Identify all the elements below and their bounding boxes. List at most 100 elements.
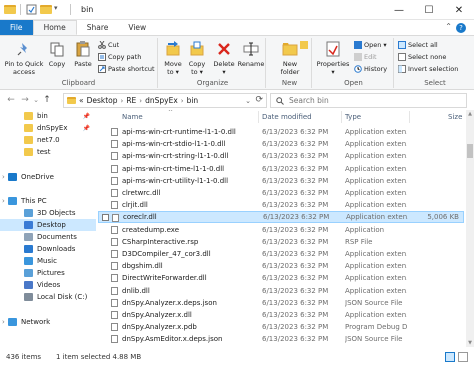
breadcrumb-separator[interactable]: › <box>139 97 142 105</box>
nav-item-this-pc[interactable]: › This PC <box>0 195 96 207</box>
large-icons-view-button[interactable] <box>458 352 468 362</box>
table-row[interactable]: api-ms-win-crt-utility-l1-1-0.dll 6/13/20… <box>98 175 464 187</box>
help-icon[interactable]: ? <box>456 23 466 33</box>
new-item-button[interactable] <box>300 41 308 49</box>
nav-item-local-disk-c[interactable]: Local Disk (C:) <box>0 291 96 303</box>
tab-share[interactable]: Share <box>77 20 119 35</box>
file-date: 6/13/2023 6:32 PM <box>262 128 329 137</box>
table-row[interactable]: api-ms-win-crt-stdio-l1-1-0.dll 6/13/2023… <box>98 138 464 150</box>
breadcrumb-separator[interactable]: › <box>181 97 184 105</box>
nav-item-network[interactable]: › Network <box>0 316 96 328</box>
recent-locations-button[interactable]: ⌄ <box>32 93 40 107</box>
search-box[interactable]: Search bin <box>270 93 467 108</box>
copy-path-button[interactable]: Copy path <box>98 53 141 61</box>
table-row[interactable]: dnSpy.Analyzer.x.dll 6/13/2023 6:32 PM App… <box>98 309 464 321</box>
rename-button[interactable]: Rename <box>238 40 264 68</box>
breadcrumb-separator[interactable]: › <box>121 97 124 105</box>
table-row[interactable]: clrjit.dll 6/13/2023 6:32 PM Application e… <box>98 199 464 211</box>
nav-item-documents[interactable]: Documents <box>0 231 96 243</box>
tab-file[interactable]: File <box>0 20 33 35</box>
table-row[interactable]: clretwrc.dll 6/13/2023 6:32 PM Application… <box>98 187 464 199</box>
table-row[interactable]: dnSpy.Analyzer.x.deps.json 6/13/2023 6:32… <box>98 297 464 309</box>
table-row[interactable]: api-ms-win-crt-runtime-l1-1-0.dll 6/13/20… <box>98 126 464 138</box>
maximize-button[interactable]: ☐ <box>414 0 444 20</box>
forward-button[interactable]: → <box>18 93 32 107</box>
select-all-button[interactable]: Select all <box>398 41 438 49</box>
tab-home[interactable]: Home <box>32 20 77 35</box>
properties-button[interactable]: Properties ▾ <box>316 40 350 76</box>
column-divider[interactable] <box>341 111 342 123</box>
invert-selection-button[interactable]: Invert selection <box>398 65 458 73</box>
new-folder-quick-icon[interactable] <box>40 4 52 15</box>
column-divider[interactable] <box>409 111 410 123</box>
table-row[interactable]: dnlib.dll 6/13/2023 6:32 PM Application ex… <box>98 285 464 297</box>
expand-chevron-icon[interactable]: › <box>2 318 5 326</box>
breadcrumb-desktop[interactable]: Desktop <box>87 96 118 105</box>
column-divider[interactable] <box>258 111 259 123</box>
table-row[interactable]: api-ms-win-crt-string-l1-1-0.dll 6/13/202… <box>98 150 464 162</box>
move-to-button[interactable]: Move to ▾ <box>162 40 184 76</box>
close-button[interactable]: ✕ <box>444 0 474 20</box>
table-row[interactable]: dbgshim.dll 6/13/2023 6:32 PM Application … <box>98 260 464 272</box>
customize-quick-access-icon[interactable]: ▾ <box>54 4 65 15</box>
history-icon <box>354 65 362 73</box>
column-header-size[interactable]: Size <box>448 113 462 121</box>
scrollbar-thumb[interactable] <box>467 144 473 158</box>
row-checkbox[interactable] <box>102 214 109 222</box>
address-dropdown-icon[interactable]: ⌄ <box>245 97 251 105</box>
back-button[interactable]: ← <box>4 93 18 107</box>
table-row[interactable]: D3DCompiler_47_cor3.dll 6/13/2023 6:32 PM… <box>98 248 464 260</box>
nav-item-bin[interactable]: bin 📌 <box>0 110 96 122</box>
nav-item-test[interactable]: test <box>0 146 96 158</box>
breadcrumb-dnspyex[interactable]: dnSpyEx <box>145 96 178 105</box>
breadcrumb-overflow[interactable]: « <box>79 96 84 105</box>
table-row[interactable]: coreclr.dll 6/13/2023 6:32 PM Application … <box>98 211 464 224</box>
copy-path-icon <box>98 53 106 61</box>
table-row[interactable]: DirectWriteForwarder.dll 6/13/2023 6:32 P… <box>98 272 464 284</box>
collapse-ribbon-icon[interactable]: ⌃ <box>445 22 452 31</box>
delete-button[interactable]: Delete ▾ <box>212 40 236 76</box>
scroll-down-arrow-icon[interactable]: ▼ <box>466 339 474 347</box>
pin-to-quick-access-button[interactable]: Pin to Quick access <box>4 40 44 76</box>
nav-item-dnspyex[interactable]: dnSpyEx 📌 <box>0 122 96 134</box>
new-folder-label-2: folder <box>280 68 300 76</box>
open-button[interactable]: Open ▾ <box>354 41 387 49</box>
properties-check-icon[interactable] <box>26 4 37 15</box>
cut-button[interactable]: Cut <box>98 40 119 49</box>
up-button[interactable]: ↑ <box>40 93 54 107</box>
edit-button[interactable]: Edit <box>354 53 377 61</box>
table-row[interactable]: api-ms-win-crt-time-l1-1-0.dll 6/13/2023 … <box>98 163 464 175</box>
nav-item-desktop[interactable]: Desktop <box>0 218 96 231</box>
column-header-type[interactable]: Type <box>345 113 361 121</box>
nav-item-music[interactable]: Music <box>0 255 96 267</box>
column-header-name[interactable]: Name <box>122 113 143 121</box>
nav-item-pictures[interactable]: Pictures <box>0 267 96 279</box>
breadcrumb-bin[interactable]: bin <box>187 96 199 105</box>
nav-item-net7-0[interactable]: net7.0 <box>0 134 96 146</box>
table-row[interactable]: createdump.exe 6/13/2023 6:32 PM Applicati… <box>98 224 464 236</box>
select-none-button[interactable]: Select none <box>398 53 446 61</box>
expand-chevron-icon[interactable]: › <box>2 173 5 181</box>
nav-item-3d-objects[interactable]: 3D Objects <box>0 207 96 219</box>
expand-chevron-icon[interactable]: › <box>2 197 5 205</box>
minimize-button[interactable]: — <box>384 0 414 20</box>
breadcrumb-re[interactable]: RE <box>126 96 136 105</box>
scroll-up-arrow-icon[interactable]: ▲ <box>466 110 474 118</box>
table-row[interactable]: dnSpy.AsmEditor.x.deps.json 6/13/2023 6:3… <box>98 333 464 345</box>
tab-view[interactable]: View <box>118 20 156 35</box>
refresh-icon[interactable]: ⟳ <box>255 95 263 105</box>
copy-to-button[interactable]: Copy to ▾ <box>186 40 208 76</box>
vertical-scrollbar[interactable]: ▲ ▼ <box>466 110 474 347</box>
address-bar[interactable]: « Desktop › RE › dnSpyEx › bin ⌄ ⟳ <box>63 93 267 108</box>
table-row[interactable]: dnSpy.Analyzer.x.pdb 6/13/2023 6:32 PM Pro… <box>98 321 464 333</box>
paste-button[interactable]: Paste <box>72 40 94 68</box>
details-view-button[interactable] <box>445 352 455 362</box>
paste-shortcut-button[interactable]: Paste shortcut <box>98 65 155 73</box>
nav-item-videos[interactable]: Videos <box>0 279 96 291</box>
table-row[interactable]: CSharpInteractive.rsp 6/13/2023 6:32 PM RS… <box>98 236 464 248</box>
history-button[interactable]: History <box>354 65 387 73</box>
column-header-date[interactable]: Date modified <box>262 113 312 121</box>
nav-item-downloads[interactable]: Downloads <box>0 243 96 255</box>
copy-button[interactable]: Copy <box>46 40 68 68</box>
nav-item-onedrive[interactable]: › OneDrive <box>0 170 96 182</box>
